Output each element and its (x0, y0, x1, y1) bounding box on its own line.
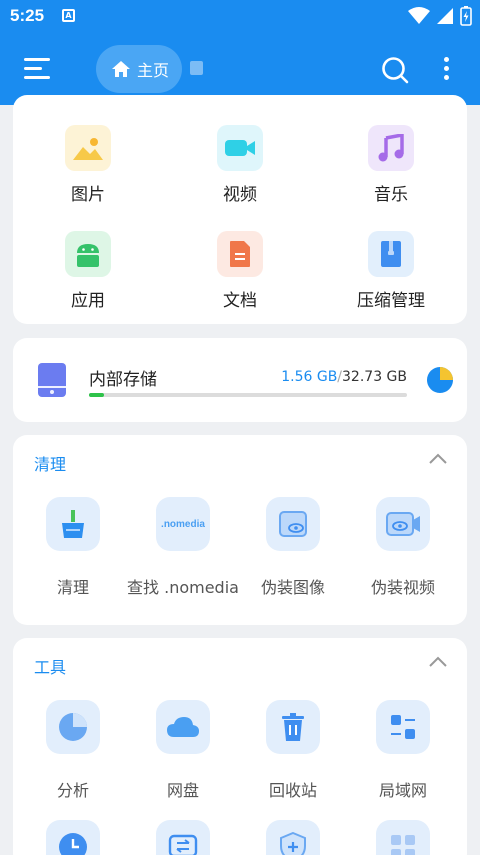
category-images[interactable]: 图片 (28, 125, 148, 205)
tool-item-label: 分析 (56, 781, 89, 800)
clean-item-find-nomedia[interactable]: .nomedia 查找 .nomedia (123, 497, 243, 598)
battery-icon (460, 6, 472, 26)
image-icon (65, 125, 111, 171)
pie-chart-icon (46, 700, 100, 754)
shield-icon (266, 820, 320, 855)
clean-item-disguise-image[interactable]: 伪装图像 (233, 497, 353, 598)
search-icon[interactable] (381, 56, 409, 84)
storage-title: 内部存储 (89, 370, 157, 390)
tools-section-title: 工具 (34, 658, 67, 677)
clean-item-label: 查找 .nomedia (127, 578, 239, 597)
storage-progress-fill (89, 393, 105, 397)
status-time: 5:25 (10, 6, 45, 25)
tool-item-recycle-bin[interactable]: 回收站 (233, 700, 353, 801)
phone-storage-icon (38, 363, 66, 397)
disguise-image-icon (266, 497, 320, 551)
broom-icon (46, 497, 100, 551)
clean-section: 清理 清理 .nomedia 查找 .nomedia 伪装图像 伪装视频 (13, 435, 467, 625)
category-label: 图片 (71, 185, 105, 205)
clean-item-label: 伪装视频 (370, 578, 435, 597)
category-label: 视频 (223, 185, 257, 205)
category-label: 应用 (71, 291, 105, 311)
document-icon (217, 231, 263, 277)
storage-progress-bar (89, 393, 407, 397)
tools-section: 工具 分析 网盘 回收站 局域网 (13, 638, 467, 855)
storage-pie-icon[interactable] (426, 366, 454, 394)
tool-item-lan[interactable]: 局域网 (343, 700, 463, 801)
home-icon (112, 61, 130, 77)
wifi-icon (408, 7, 430, 24)
signal-icon (437, 8, 453, 24)
home-label: 主页 (137, 61, 170, 80)
storage-usage: 1.56 GB/32.73 GB (281, 369, 407, 385)
category-label: 文档 (223, 291, 257, 311)
trash-icon (266, 700, 320, 754)
clean-item-disguise-video[interactable]: 伪装视频 (343, 497, 463, 598)
music-icon (368, 125, 414, 171)
cloud-icon (156, 700, 210, 754)
tool-item-label: 局域网 (378, 781, 427, 800)
nomedia-icon: .nomedia (156, 497, 210, 551)
home-breadcrumb[interactable]: 主页 (96, 45, 182, 93)
archive-icon (368, 231, 414, 277)
storage-chip-icon[interactable] (190, 61, 203, 75)
clean-section-title: 清理 (34, 455, 67, 474)
clean-item-label: 伪装图像 (260, 578, 325, 597)
category-apps[interactable]: 应用 (28, 231, 148, 311)
storage-total-value: 32.73 GB (342, 369, 407, 385)
menu-icon[interactable] (24, 58, 50, 80)
tool-item-label: 网盘 (166, 781, 199, 800)
category-documents[interactable]: 文档 (180, 231, 300, 311)
tool-item-partial[interactable] (13, 820, 133, 855)
clean-item-clean[interactable]: 清理 (13, 497, 133, 598)
clock-icon (46, 820, 100, 855)
storage-used-value: 1.56 GB (281, 369, 338, 385)
android-icon (65, 231, 111, 277)
tool-item-label: 回收站 (268, 781, 317, 800)
tool-item-partial[interactable] (123, 820, 243, 855)
internal-storage-card[interactable]: 内部存储 1.56 GB/32.73 GB (13, 338, 467, 422)
category-label: 音乐 (374, 185, 408, 205)
tool-item-analyze[interactable]: 分析 (13, 700, 133, 801)
tool-item-partial[interactable] (343, 820, 463, 855)
chevron-up-icon[interactable] (429, 656, 447, 668)
disguise-video-icon (376, 497, 430, 551)
more-options-icon[interactable] (444, 57, 450, 81)
categories-card: 图片 视频 音乐 应用 文档 压缩管理 (13, 95, 467, 324)
grid-icon (376, 820, 430, 855)
notification-a-icon: A (62, 9, 75, 22)
lan-icon (376, 700, 430, 754)
category-music[interactable]: 音乐 (331, 125, 451, 205)
video-icon (217, 125, 263, 171)
category-videos[interactable]: 视频 (180, 125, 300, 205)
transfer-icon (156, 820, 210, 855)
system-icons (408, 6, 472, 26)
clean-item-label: 清理 (56, 578, 89, 597)
tool-item-cloud[interactable]: 网盘 (123, 700, 243, 801)
tool-item-partial[interactable] (233, 820, 353, 855)
nomedia-icon-text: .nomedia (161, 518, 205, 530)
category-archives[interactable]: 压缩管理 (331, 231, 451, 311)
status-bar: 5:25 A (0, 0, 480, 34)
category-label: 压缩管理 (357, 291, 425, 311)
chevron-up-icon[interactable] (429, 453, 447, 465)
